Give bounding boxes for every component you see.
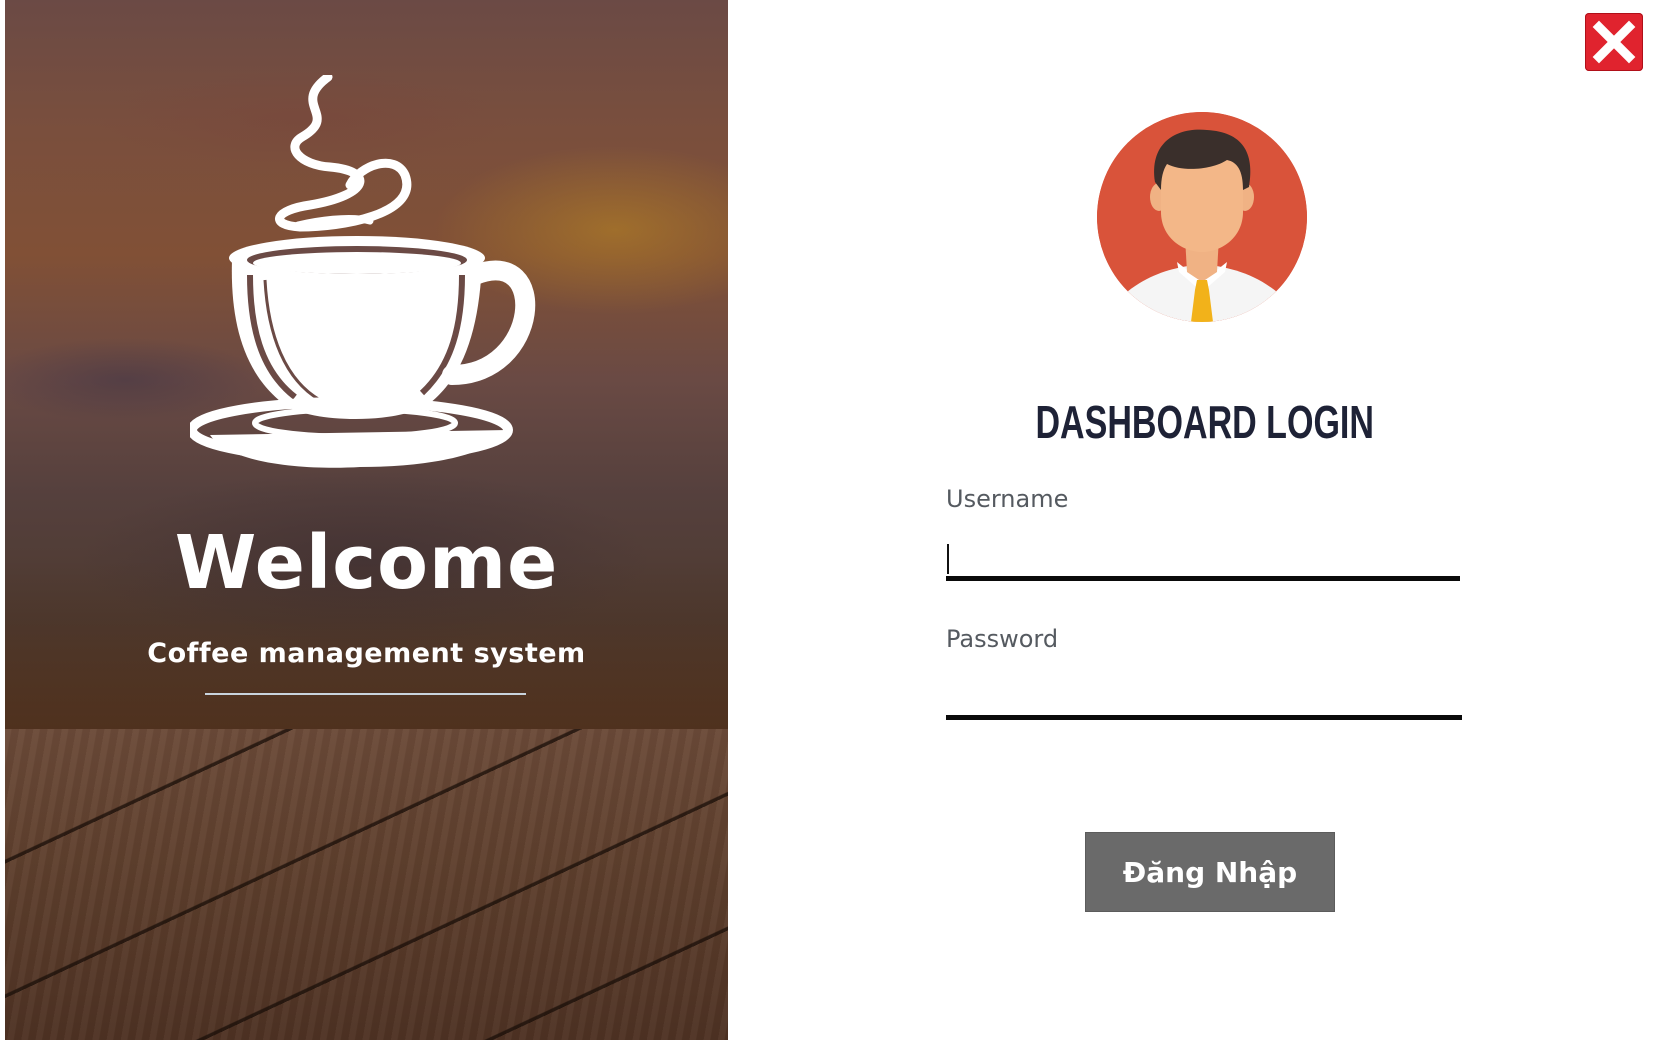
divider [205,693,526,695]
close-icon [1592,20,1636,64]
username-input[interactable] [946,532,1460,581]
password-input[interactable] [946,671,1462,720]
welcome-heading: Welcome [174,520,559,606]
login-button[interactable]: Đăng Nhập [1085,832,1335,912]
login-title-container: DASHBOARD LOGIN [900,395,1510,455]
close-button[interactable] [1585,13,1643,71]
app-subtitle: Coffee management system [147,638,586,669]
coffee-cup-icon [190,75,536,468]
text-caret [947,544,949,574]
password-label: Password [946,625,1059,653]
username-label: Username [946,485,1069,513]
welcome-panel: Welcome Coffee management system [5,0,728,1040]
login-title: DASHBOARD LOGIN [1035,396,1375,448]
wooden-floor-background [5,729,728,1040]
user-avatar-icon [1097,112,1307,322]
